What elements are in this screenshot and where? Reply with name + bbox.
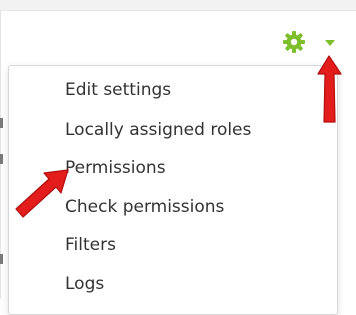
top-bar: [0, 0, 356, 11]
action-dropdown-menu: Edit settings Locally assigned roles Per…: [8, 65, 338, 315]
menu-item-locally-assigned-roles[interactable]: Locally assigned roles: [65, 120, 251, 140]
menu-item-edit-settings[interactable]: Edit settings: [65, 80, 171, 100]
gear-icon[interactable]: [282, 30, 306, 54]
background-content-mark: [0, 254, 3, 264]
background-content-mark: [0, 154, 3, 164]
menu-item-permissions[interactable]: Permissions: [65, 158, 166, 178]
menu-item-check-permissions[interactable]: Check permissions: [65, 197, 224, 217]
menu-item-filters[interactable]: Filters: [65, 235, 116, 255]
caret-down-icon[interactable]: [325, 40, 335, 46]
background-content-mark: [0, 118, 3, 128]
menu-item-logs[interactable]: Logs: [65, 274, 104, 294]
